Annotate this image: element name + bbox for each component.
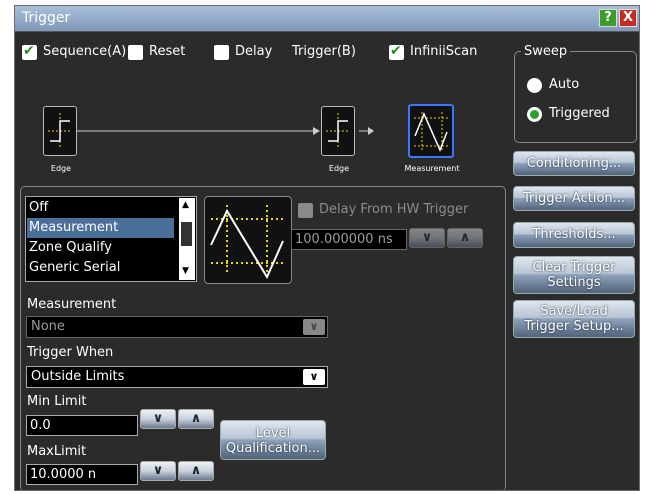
measurement-dropdown-chevron-icon[interactable]: ∨ (303, 319, 325, 335)
infiniiscan-label: InfiniiScan (410, 44, 478, 59)
sequence-label: Sequence(A) (43, 44, 127, 59)
sweep-auto-radio[interactable] (527, 78, 542, 93)
trigger-when-select[interactable]: Outside Limits ∨ (26, 366, 328, 388)
clear-trigger-line1: Clear Trigger (532, 260, 616, 275)
max-limit-input[interactable]: 10.0000 n (26, 464, 138, 485)
chevron-up-icon: ∧ (190, 463, 202, 478)
max-limit-label: MaxLimit (27, 444, 87, 459)
reset-checkbox[interactable] (128, 45, 143, 60)
measurement-value: None (31, 319, 65, 334)
min-limit-increment-button[interactable]: ∧ (178, 409, 214, 429)
chevron-down-icon: ∨ (421, 230, 433, 245)
scroll-thumb[interactable] (181, 222, 192, 246)
delay-from-hw-checkbox[interactable] (298, 203, 313, 218)
sweep-triggered-radio[interactable] (527, 107, 542, 122)
sequence-arrow-1 (77, 127, 320, 135)
trigger-type-item[interactable]: Zone Qualify (29, 238, 112, 258)
infiniiscan-checkbox[interactable] (389, 43, 404, 60)
trigger-type-item-selected[interactable]: Measurement (27, 218, 174, 238)
scroll-up-icon[interactable]: ▲ (182, 200, 189, 210)
help-button[interactable]: ? (599, 9, 617, 27)
measurement-preview-wave-icon (210, 205, 285, 280)
save-load-trigger-setup-button[interactable]: Save/Load Trigger Setup... (513, 300, 635, 338)
measurement-wave-icon (414, 112, 448, 152)
edge1-label: Edge (50, 164, 72, 173)
chevron-down-icon: ∨ (152, 463, 164, 478)
measurement-preview (204, 196, 292, 284)
level-qualification-button[interactable]: Level Qualification... (220, 420, 326, 460)
measurement-trigger-icon[interactable] (408, 104, 454, 158)
edge-trigger-a-icon[interactable] (43, 106, 77, 156)
edge-rising-b-icon (326, 113, 350, 149)
edge2-label: Edge (328, 164, 350, 173)
measurement-select[interactable]: None ∨ (26, 316, 328, 338)
trigger-when-value: Outside Limits (31, 369, 125, 384)
trigger-type-item[interactable]: Generic Serial (29, 258, 120, 278)
edge-rising-icon (48, 113, 72, 149)
edge-trigger-b-icon[interactable] (321, 106, 355, 156)
trigger-b-label: Trigger(B) (292, 44, 356, 59)
list-scrollbar[interactable]: ▲ ▼ (179, 198, 195, 280)
trigger-action-button[interactable]: Trigger Action... (513, 186, 635, 211)
conditioning-button[interactable]: Conditioning... (513, 151, 635, 176)
measurement-icon-label: Measurement (404, 164, 460, 173)
sweep-group (514, 51, 637, 143)
delay-label: Delay (235, 44, 273, 59)
save-load-line1: Save/Load (540, 304, 608, 319)
window-title: Trigger (22, 10, 71, 26)
min-limit-input[interactable]: 0.0 (26, 415, 138, 436)
clear-trigger-settings-button[interactable]: Clear Trigger Settings (513, 256, 635, 294)
trigger-type-list[interactable]: Off Measurement Zone Qualify Generic Ser… (25, 196, 197, 282)
clear-trigger-line2: Settings (547, 275, 601, 290)
sweep-auto-label: Auto (549, 77, 580, 92)
delay-checkbox[interactable] (214, 45, 229, 60)
trigger-type-item[interactable]: Off (29, 198, 48, 218)
sequence-checkbox[interactable] (22, 43, 37, 60)
sequence-arrow-2 (359, 127, 374, 135)
sweep-triggered-label: Triggered (549, 106, 610, 121)
level-qualification-line1: Level (255, 426, 291, 441)
sweep-title: Sweep (521, 44, 571, 59)
chevron-up-icon: ∧ (190, 411, 202, 426)
title-bar[interactable]: Trigger ? X (15, 6, 639, 32)
delay-from-hw-label: Delay From HW Trigger (319, 202, 469, 217)
reset-label: Reset (149, 44, 186, 59)
max-limit-increment-button[interactable]: ∧ (178, 461, 214, 481)
measurement-label: Measurement (27, 297, 117, 312)
delay-increment-button[interactable]: ∧ (447, 228, 483, 248)
close-button[interactable]: X (619, 9, 637, 27)
chevron-down-icon: ∨ (152, 411, 164, 426)
scroll-down-icon[interactable]: ▼ (182, 266, 189, 276)
min-limit-label: Min Limit (27, 394, 87, 409)
trigger-when-dropdown-chevron-icon[interactable]: ∨ (303, 369, 325, 385)
min-limit-decrement-button[interactable]: ∨ (140, 409, 176, 429)
level-qualification-line2: Qualification... (225, 441, 321, 456)
max-limit-decrement-button[interactable]: ∨ (140, 461, 176, 481)
thresholds-button[interactable]: Thresholds... (513, 222, 635, 248)
chevron-up-icon: ∧ (459, 230, 471, 245)
delay-from-hw-value[interactable]: 100.000000 ns (291, 229, 407, 250)
delay-decrement-button[interactable]: ∨ (409, 228, 445, 248)
save-load-line2: Trigger Setup... (524, 319, 624, 334)
trigger-when-label: Trigger When (27, 345, 114, 360)
trigger-dialog: Trigger ? X Sequence(A) Reset Delay Trig… (14, 5, 640, 491)
